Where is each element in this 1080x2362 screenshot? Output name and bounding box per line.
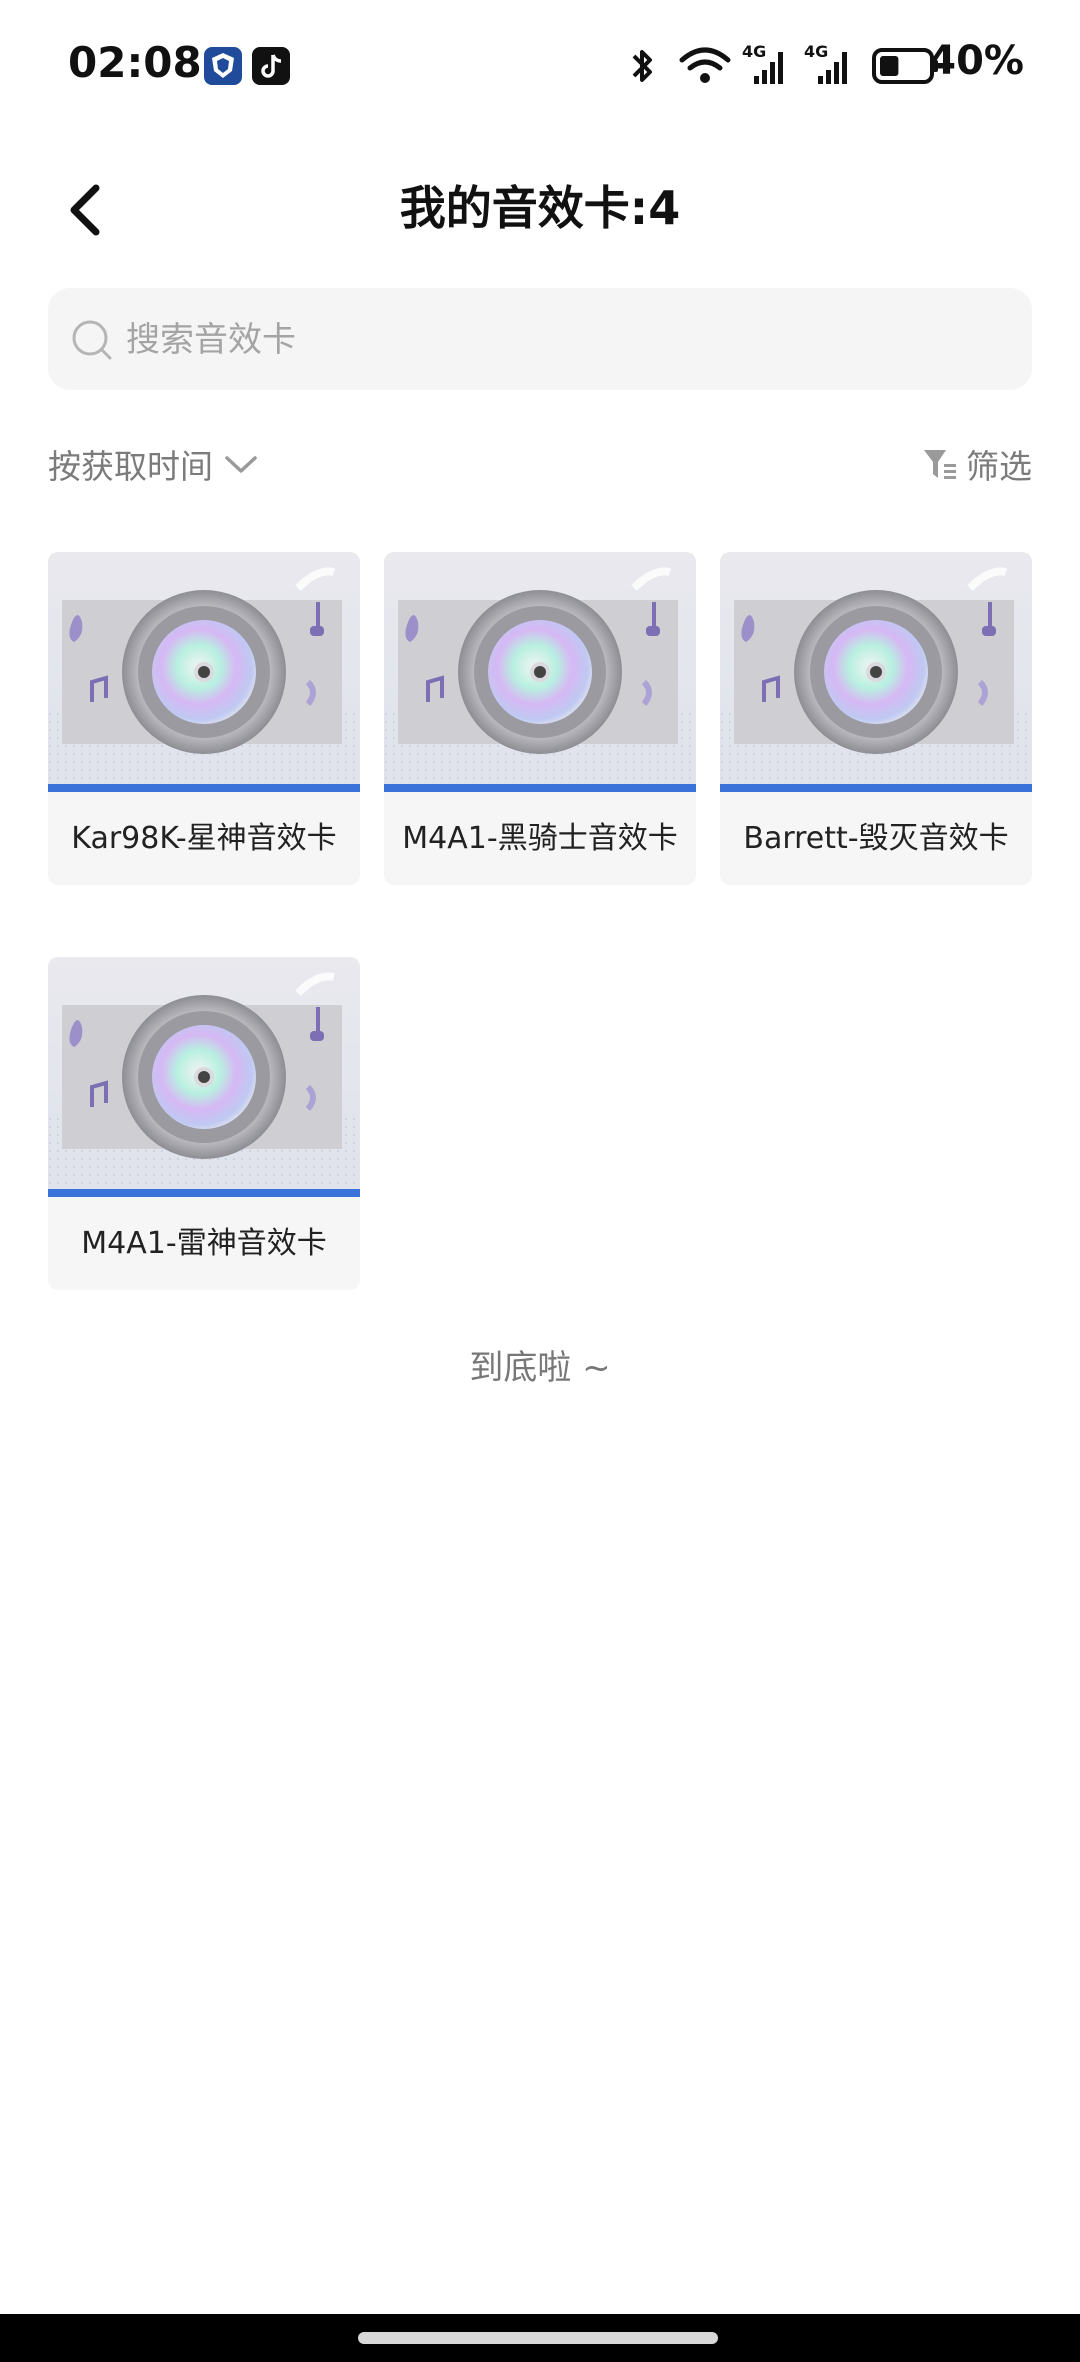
filter-label: 筛选 <box>966 447 1032 486</box>
bluetooth-icon <box>632 50 652 82</box>
page-title: 我的音效卡:4 <box>399 181 681 235</box>
filter-button[interactable]: 筛选 <box>920 440 1032 488</box>
sort-label: 按获取时间 <box>48 447 213 486</box>
status-bar: 02:08 4G 4G 40% <box>0 0 1080 130</box>
sound-card-disc-image <box>48 552 360 792</box>
sound-card-label: M4A1-雷神音效卡 <box>81 1226 327 1261</box>
signal-label: 4G <box>742 42 767 61</box>
filter-icon <box>924 450 956 479</box>
sound-card[interactable]: M4A1-黑骑士音效卡 <box>384 552 696 885</box>
sound-card[interactable]: Kar98K-星神音效卡 <box>48 552 360 885</box>
end-of-list-text: 到底啦 ~ <box>469 1348 611 1388</box>
search-bar[interactable] <box>48 288 1032 392</box>
signal-label-2: 4G <box>804 42 829 61</box>
sort-filter-row: 按获取时间 筛选 <box>48 440 1032 492</box>
sound-card-label: M4A1-黑骑士音效卡 <box>402 821 678 856</box>
sound-card-disc-image <box>384 552 696 792</box>
sound-card-label: Barrett-毁灭音效卡 <box>743 821 1009 856</box>
sound-card-disc-image <box>48 957 360 1197</box>
sound-card-disc-image <box>720 552 1032 792</box>
wifi-icon <box>679 47 731 83</box>
battery-percent: 40% <box>928 38 1024 84</box>
sound-card-label: Kar98K-星神音效卡 <box>71 821 337 856</box>
search-icon <box>72 320 112 360</box>
status-time: 02:08 <box>68 38 202 87</box>
search-input[interactable] <box>124 288 1008 392</box>
page-header: 我的音效卡:4 <box>0 160 1080 250</box>
sort-dropdown[interactable]: 按获取时间 <box>48 440 259 488</box>
chevron-down-icon <box>225 456 257 473</box>
sound-card[interactable]: M4A1-雷神音效卡 <box>48 957 360 1290</box>
tiktok-icon <box>252 47 290 85</box>
home-indicator[interactable] <box>358 2332 718 2344</box>
app-shield-icon <box>204 47 242 85</box>
system-nav-bar <box>0 2314 1080 2362</box>
sound-card[interactable]: Barrett-毁灭音效卡 <box>720 552 1032 885</box>
